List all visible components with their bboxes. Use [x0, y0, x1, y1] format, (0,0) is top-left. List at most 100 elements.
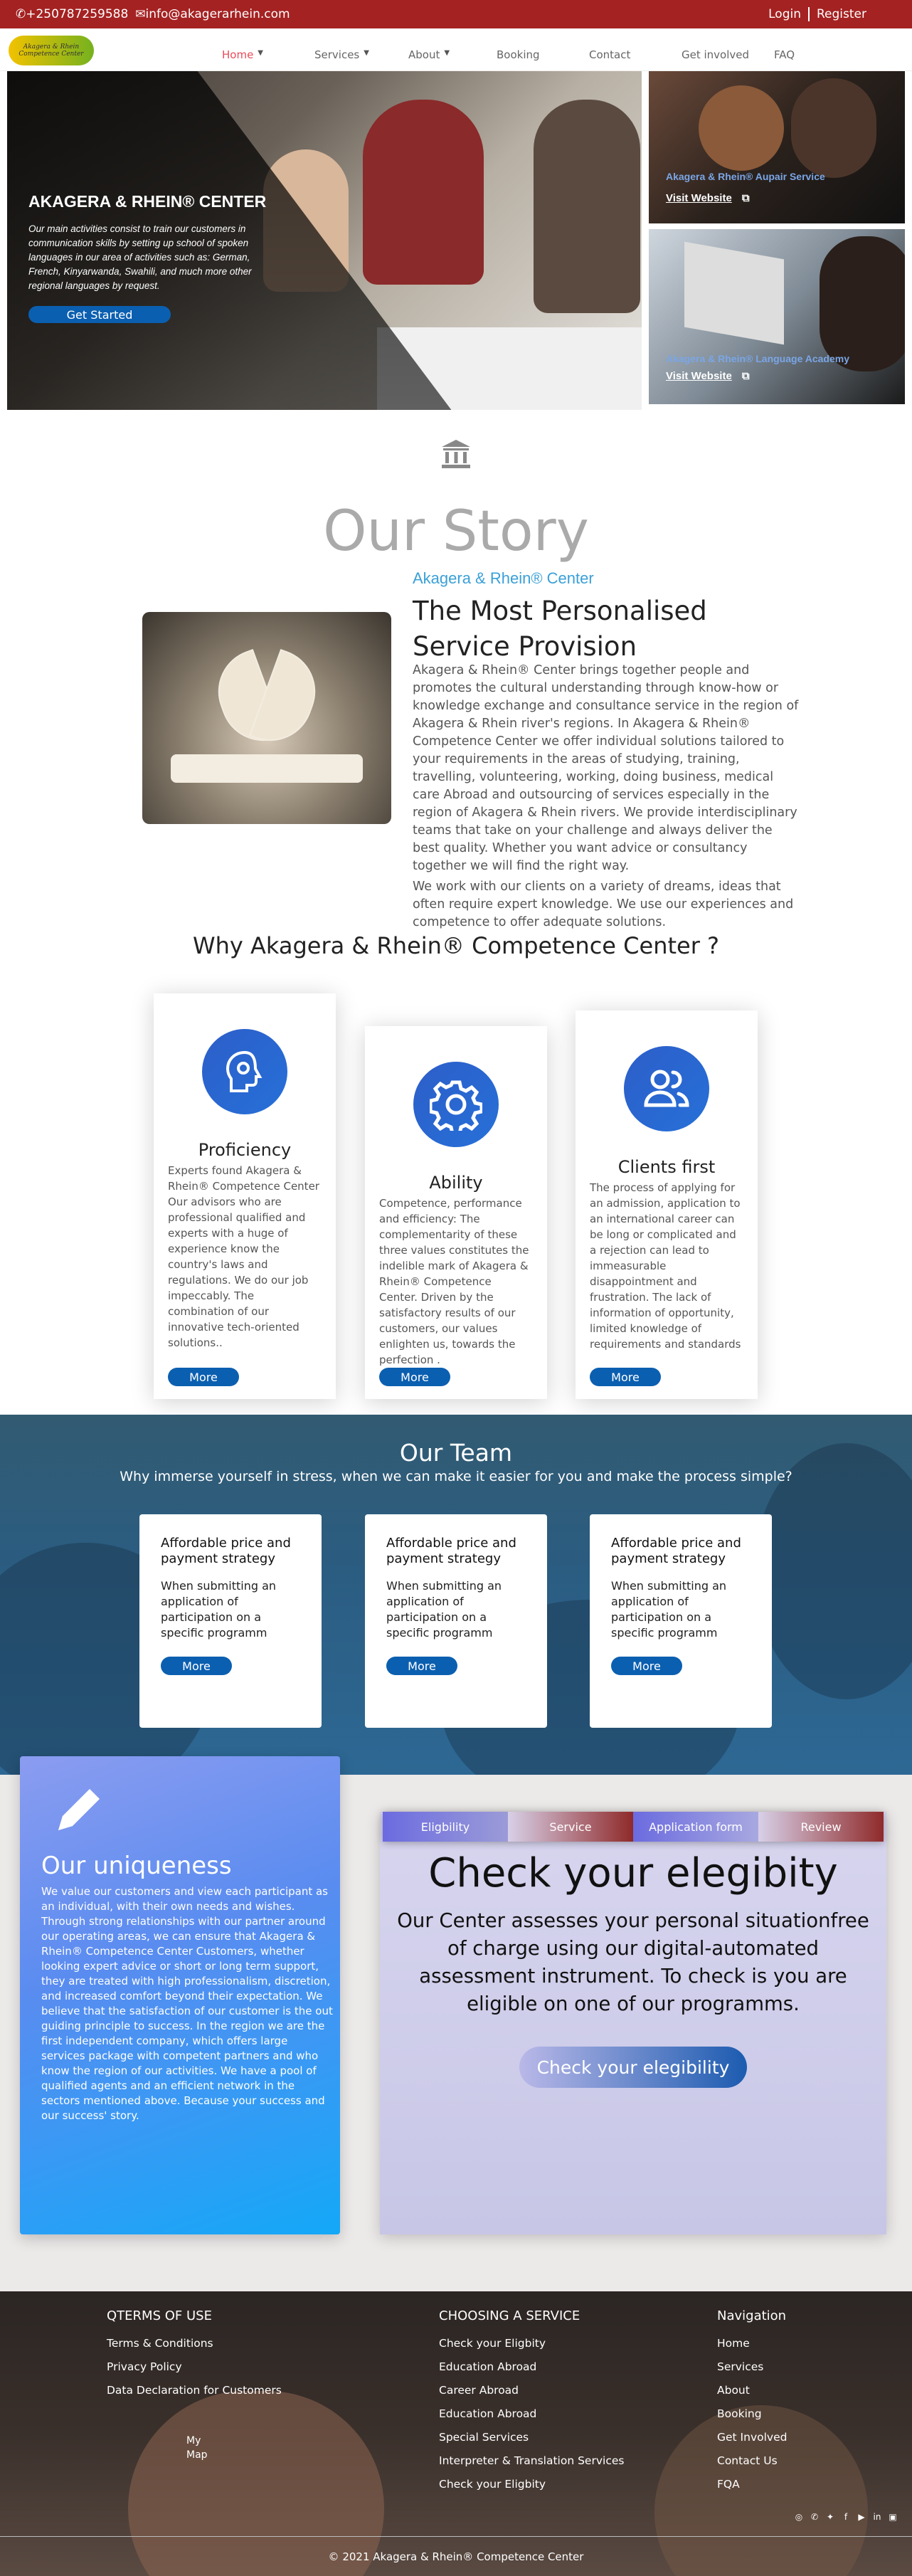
footer-link[interactable]: Interpreter & Translation Services [439, 2449, 624, 2473]
tab-service[interactable]: Service [508, 1812, 633, 1842]
more-button[interactable]: More [386, 1657, 457, 1675]
footer-link[interactable]: Home [717, 2332, 787, 2355]
story-paragraph: Akagera & Rhein® Center brings together … [413, 663, 799, 873]
social-icons: ◎ ✆ ✦ f ▶ in ▣ [792, 2511, 899, 2523]
footer-link[interactable]: Terms & Conditions [107, 2332, 282, 2355]
footer-link[interactable]: About [717, 2379, 787, 2402]
tab-eligibility[interactable]: Eligbility [383, 1812, 508, 1842]
whatsapp-icon[interactable]: ✆ [808, 2511, 821, 2523]
academy-caption: Akagera & Rhein® Language Academy [666, 353, 849, 364]
footer-link[interactable]: Services [717, 2355, 787, 2379]
footer: QTERMS OF USE Terms & Conditions Privacy… [0, 2291, 912, 2576]
team-card-title: Affordable price and payment strategy [161, 1536, 291, 1566]
story-heading: The Most Personalised Service Provision [413, 596, 707, 662]
footer-link[interactable]: Career Abroad [439, 2379, 624, 2402]
hero-photo-shape [534, 100, 640, 313]
calendar-icon[interactable]: ▣ [886, 2511, 899, 2523]
team-card-text: When submitting an application of partic… [386, 1579, 502, 1640]
footer-link[interactable]: Check your Eligbity [439, 2473, 624, 2496]
card-text: The process of applying for an admission… [590, 1181, 741, 1351]
more-button[interactable]: More [168, 1368, 239, 1386]
check-eligibility-button[interactable]: Check your elegibility [519, 2047, 747, 2088]
twitter-icon[interactable]: ✦ [824, 2511, 837, 2523]
footer-link[interactable]: Special Services [439, 2426, 624, 2449]
card-title: Proficiency [198, 1140, 292, 1160]
team-card: Affordable price and payment strategy Wh… [139, 1514, 322, 1728]
nav-get-involved[interactable]: Get involved [682, 48, 749, 61]
nav-faq[interactable]: FAQ [774, 48, 795, 61]
photo-shape [791, 78, 876, 178]
team-card-title: Affordable price and payment strategy [386, 1536, 516, 1566]
map-placeholder[interactable]: My Map [186, 2434, 208, 2462]
feature-card-clients-first: Clients first The process of applying fo… [576, 1010, 758, 1399]
eligibility-panel: Eligbility Service Application form Revi… [380, 1812, 886, 2234]
footer-link[interactable]: Data Declaration for Customers [107, 2379, 282, 2402]
tab-review[interactable]: Review [758, 1812, 884, 1842]
bank-icon [442, 440, 470, 468]
language-academy-card[interactable]: Akagera & Rhein® Language Academy Visit … [649, 229, 905, 404]
users-icon [624, 1046, 709, 1131]
uniqueness-card: Our uniqueness We value our customers an… [20, 1756, 340, 2234]
footer-link[interactable]: Booking [717, 2402, 787, 2426]
footer-link[interactable]: Education Abroad [439, 2402, 624, 2426]
more-button[interactable]: More [590, 1368, 661, 1386]
get-started-button[interactable]: Get Started [28, 306, 171, 323]
nav-contact[interactable]: Contact [589, 48, 630, 61]
logo-text: Akagera & Rhein Competence Center [18, 43, 84, 58]
team-subtitle: Why immerse yourself in stress, when we … [120, 1469, 792, 1484]
footer-navigation: Navigation Home Services About Booking G… [717, 2308, 787, 2496]
external-link-icon: ⧉ [741, 192, 750, 204]
uniqueness-text: We value our customers and view each par… [41, 1885, 333, 2122]
uniqueness-title: Our uniqueness [41, 1852, 232, 1880]
card-text: Experts found Akagera & Rhein® Competenc… [168, 1164, 319, 1349]
linkedin-icon[interactable]: in [871, 2511, 884, 2523]
footer-link[interactable]: Check your Eligbity [439, 2332, 624, 2355]
more-button[interactable]: More [161, 1657, 232, 1675]
register-link[interactable]: Register [817, 7, 866, 21]
email-text[interactable]: ✉info@akagerarhein.com [135, 7, 290, 21]
footer-link[interactable]: Education Abroad [439, 2355, 624, 2379]
logo[interactable]: Akagera & Rhein Competence Center [9, 36, 94, 65]
footer-link[interactable]: Get Involved [717, 2426, 787, 2449]
eligibility-text: Our Center assesses your personal situat… [397, 1909, 869, 2015]
card-title: Ability [429, 1173, 483, 1193]
aupair-card[interactable]: Akagera & Rhein® Aupair Service Visit We… [649, 71, 905, 223]
login-link[interactable]: Login [768, 7, 801, 21]
facebook-icon[interactable]: f [839, 2511, 852, 2523]
nav-about[interactable]: About ▼ [408, 48, 450, 61]
hero-photo-shape [363, 100, 484, 285]
team-card: Affordable price and payment strategy Wh… [590, 1514, 772, 1728]
hero-text: Our main activities consist to train our… [28, 223, 252, 291]
visit-website-link[interactable]: Visit Website ⧉ [666, 192, 750, 204]
team-card-text: When submitting an application of partic… [161, 1579, 277, 1640]
footer-photo-shape [128, 2391, 384, 2576]
pencil-icon [58, 1789, 100, 1830]
nav-services[interactable]: Services ▼ [314, 48, 369, 61]
photo-shape [699, 85, 784, 171]
footer-link[interactable]: Contact Us [717, 2449, 787, 2473]
why-title: Why Akagera & Rhein® Competence Center ? [192, 932, 720, 959]
youtube-icon[interactable]: ▶ [855, 2511, 868, 2523]
phone-icon: ✆ [16, 7, 26, 21]
footer-terms: QTERMS OF USE Terms & Conditions Privacy… [107, 2308, 282, 2402]
visit-website-link[interactable]: Visit Website ⧉ [666, 370, 750, 382]
hero-title: AKAGERA & RHEIN® CENTER [28, 192, 267, 211]
brain-gear-icon [202, 1029, 287, 1114]
more-button[interactable]: More [611, 1657, 682, 1675]
footer-link[interactable]: Privacy Policy [107, 2355, 282, 2379]
more-button[interactable]: More [379, 1368, 450, 1386]
footer-heading: QTERMS OF USE [107, 2308, 212, 2323]
instagram-icon[interactable]: ◎ [792, 2511, 805, 2523]
photo-shape [684, 241, 784, 345]
eligibility-tabs: Eligbility Service Application form Revi… [383, 1812, 884, 1842]
card-title: Clients first [617, 1157, 716, 1177]
tab-application-form[interactable]: Application form [633, 1812, 758, 1842]
footer-link[interactable]: FQA [717, 2473, 787, 2496]
nav-booking[interactable]: Booking [497, 48, 540, 61]
phone-text[interactable]: ✆+250787259588 [16, 7, 128, 21]
nav-home[interactable]: Home ▼ [222, 48, 263, 61]
caret-down-icon: ▼ [444, 49, 450, 57]
main-nav: Akagera & Rhein Competence Center Home ▼ S… [0, 28, 912, 71]
caret-down-icon: ▼ [258, 49, 263, 57]
feature-card-proficiency: Proficiency Experts found Akagera & Rhei… [154, 993, 336, 1399]
